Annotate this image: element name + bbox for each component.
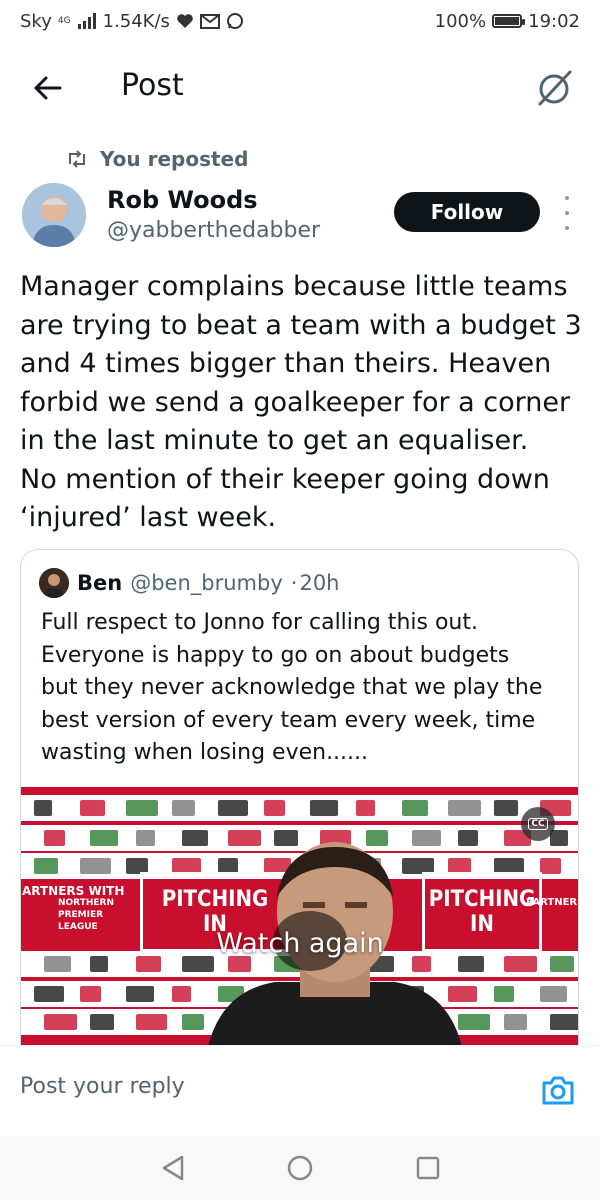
- quoted-author-name: Ben: [77, 571, 123, 595]
- sponsor-logo: [136, 1014, 167, 1030]
- sponsor-logo: [182, 1014, 204, 1030]
- sponsor-logo: [402, 800, 428, 816]
- camera-icon[interactable]: [540, 1072, 576, 1108]
- author-handle[interactable]: @yabberthedabber: [107, 218, 320, 243]
- captions-label: CC: [528, 818, 548, 830]
- author-name[interactable]: Rob Woods: [107, 186, 258, 214]
- sponsor-logo: [264, 800, 285, 816]
- grok-icon[interactable]: [534, 68, 574, 108]
- sponsor-logo: [172, 800, 195, 816]
- quoted-text-line: best version of every team every week, t…: [41, 707, 536, 733]
- video-player[interactable]: ARTNERS WITH NORTHERN PREMIER LEAGUE PAR…: [21, 787, 578, 1047]
- sponsor-logo: [540, 858, 561, 874]
- post-text-line: ‘injured’ last week.: [20, 502, 277, 533]
- clock-label: 19:02: [528, 10, 580, 32]
- repost-indicator: You reposted: [66, 147, 248, 171]
- quoted-text-line: Everyone is happy to go on about budgets: [41, 642, 510, 668]
- back-arrow-icon[interactable]: [30, 70, 66, 106]
- reply-input[interactable]: Post your reply: [20, 1074, 185, 1099]
- quoted-text-line: Full respect to Jonno for calling this o…: [41, 610, 478, 635]
- partners-line: ARTNERS WITH: [22, 884, 125, 898]
- sponsor-logo: [218, 800, 248, 816]
- system-nav-bar: [0, 1136, 600, 1200]
- partners-label: ARTNERS WITH NORTHERN PREMIER LEAGUE: [22, 885, 124, 933]
- battery-icon: [492, 14, 526, 28]
- partners-line: NORTHERN: [58, 898, 114, 908]
- quoted-post-text: Full respect to Jonno for calling this o…: [41, 607, 571, 770]
- sponsor-logo: [34, 800, 52, 816]
- sponsor-logo: [80, 986, 101, 1002]
- top-app-bar: Post: [0, 52, 600, 126]
- speed-label: 1.54K/s: [102, 10, 170, 32]
- more-options-icon[interactable]: [559, 196, 575, 230]
- battery-fill: [495, 17, 520, 25]
- mail-icon: [199, 13, 220, 29]
- quoted-post[interactable]: Ben @ben_brumby · 20h Full respect to Jo…: [20, 549, 579, 1109]
- sponsor-logo: [90, 830, 118, 846]
- quoted-avatar: [39, 568, 69, 598]
- quoted-author-handle: @ben_brumby: [130, 571, 283, 595]
- post-text-line: Manager complains because little teams: [20, 271, 568, 302]
- status-bar: Sky 4G 1.54K/s 100% 19:02: [0, 0, 600, 42]
- quoted-post-header: Ben @ben_brumby · 20h: [39, 568, 339, 598]
- repost-label: You reposted: [100, 147, 249, 171]
- sponsor-logo: [44, 1014, 77, 1030]
- sponsor-logo: [494, 986, 514, 1002]
- post-text-line: are trying to beat a team with a budget …: [20, 309, 582, 341]
- sponsor-logo: [126, 800, 158, 816]
- partners-line: PREMIER: [58, 910, 104, 920]
- page-title: Post: [121, 68, 184, 103]
- signal-icon: [77, 13, 96, 29]
- sponsor-logo: [90, 1014, 114, 1030]
- sponsor-logo: [550, 1014, 578, 1030]
- carrier-label: Sky: [20, 10, 52, 32]
- whatsapp-icon: [226, 13, 243, 29]
- sponsor-logo: [126, 986, 154, 1002]
- quoted-text-line: wasting when losing even......: [41, 740, 369, 765]
- sponsor-logo: [356, 800, 375, 816]
- nav-home-icon[interactable]: [286, 1154, 314, 1182]
- heart-icon: [177, 14, 193, 28]
- sponsor-logo: [34, 858, 58, 874]
- nav-recent-icon[interactable]: [415, 1155, 441, 1181]
- watch-again-label[interactable]: Watch again: [21, 928, 578, 959]
- sponsor-logo: [80, 858, 111, 874]
- sponsor-logo: [34, 986, 64, 1002]
- captions-button[interactable]: CC: [521, 807, 555, 841]
- post-text-line: forbid we send a goalkeeper for a corner: [20, 386, 571, 418]
- repost-icon: [69, 150, 85, 168]
- post-text-line: No mention of their keeper going down: [20, 463, 550, 495]
- network-label: 4G: [57, 15, 71, 26]
- quoted-timestamp: 20h: [299, 571, 340, 595]
- quoted-separator: ·: [290, 571, 298, 595]
- sponsor-logo: [136, 830, 155, 846]
- reply-bar: Post your reply: [0, 1045, 600, 1136]
- follow-button[interactable]: Follow: [394, 192, 540, 232]
- sponsor-logo: [80, 800, 105, 816]
- sponsor-logo: [448, 800, 481, 816]
- sponsor-logo: [494, 800, 518, 816]
- battery-label: 100%: [434, 10, 487, 32]
- post-text-line: and 4 times bigger than theirs. Heaven: [20, 348, 552, 379]
- sponsor-logo: [44, 830, 65, 846]
- post-text: Manager complains because little teams a…: [20, 268, 586, 538]
- sponsor-logo: [504, 1014, 527, 1030]
- avatar[interactable]: [22, 183, 86, 247]
- quoted-text-line: but they never acknowledge that we play …: [41, 675, 543, 700]
- nav-back-icon[interactable]: [160, 1154, 186, 1182]
- sponsor-logo: [172, 986, 191, 1002]
- post-text-line: in the last minute to get an equaliser.: [20, 425, 529, 456]
- sponsor-logo: [540, 986, 567, 1002]
- sponsor-logo: [310, 800, 338, 816]
